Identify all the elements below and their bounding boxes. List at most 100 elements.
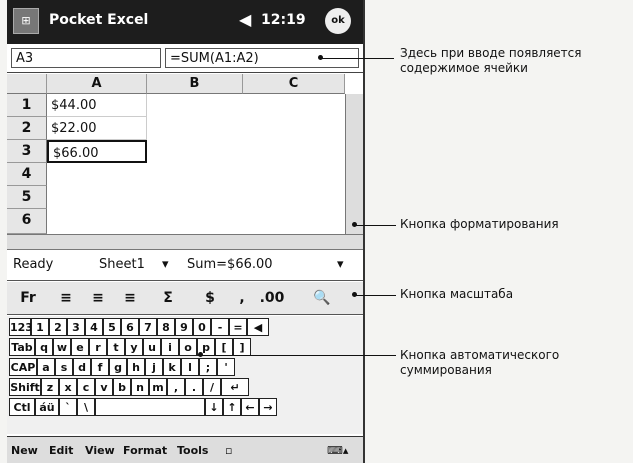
key-period[interactable]: . — [185, 378, 203, 396]
sheet-selector[interactable]: Sheet1 — [99, 257, 145, 272]
row-header-5[interactable]: 5 — [7, 186, 47, 209]
key-equals[interactable]: = — [229, 318, 247, 336]
key-right-bracket[interactable]: ] — [233, 338, 251, 356]
key-123[interactable]: 123 — [9, 318, 33, 336]
key-8[interactable]: 8 — [157, 318, 175, 336]
arrow-up-icon[interactable]: ↑ — [223, 398, 241, 416]
annotation-cell-content: Здесь при вводе появляется содержимое яч… — [400, 46, 582, 75]
row-header-3[interactable]: 3 — [7, 140, 47, 163]
key-semicolon[interactable]: ; — [199, 358, 217, 376]
key-ctrl[interactable]: Ctl — [9, 398, 35, 416]
key-x[interactable]: x — [59, 378, 77, 396]
key-slash[interactable]: / — [203, 378, 221, 396]
align-left-icon[interactable]: ≡ — [51, 286, 81, 310]
align-right-icon[interactable]: ≡ — [115, 286, 145, 310]
key-g[interactable]: g — [109, 358, 127, 376]
decimal-button[interactable]: .00 — [257, 286, 287, 310]
toggle-cell-icon[interactable]: ▫ — [225, 444, 232, 457]
key-k[interactable]: k — [163, 358, 181, 376]
key-l[interactable]: l — [181, 358, 199, 376]
key-q[interactable]: q — [35, 338, 53, 356]
key-0[interactable]: 0 — [193, 318, 211, 336]
ok-button[interactable]: ok — [325, 8, 351, 34]
key-j[interactable]: j — [145, 358, 163, 376]
format-button[interactable]: Fr — [13, 286, 43, 310]
autocalc-dropdown-icon[interactable]: ▾ — [337, 257, 344, 272]
corner-header[interactable] — [7, 74, 47, 94]
speaker-icon[interactable]: ◀ — [239, 10, 251, 29]
key-minus[interactable]: - — [211, 318, 229, 336]
key-e[interactable]: e — [71, 338, 89, 356]
menu-new[interactable]: New — [11, 444, 38, 457]
key-caps[interactable]: CAP — [9, 358, 37, 376]
zoom-icon[interactable]: 🔍 — [307, 286, 337, 310]
menu-tools[interactable]: Tools — [177, 444, 208, 457]
key-7[interactable]: 7 — [139, 318, 157, 336]
cell-a3-active[interactable]: $66.00 — [47, 140, 147, 163]
key-r[interactable]: r — [89, 338, 107, 356]
row-header-4[interactable]: 4 — [7, 163, 47, 186]
key-n[interactable]: n — [131, 378, 149, 396]
vertical-scrollbar[interactable] — [345, 94, 363, 234]
key-9[interactable]: 9 — [175, 318, 193, 336]
comma-button[interactable]: , — [227, 286, 257, 310]
key-s[interactable]: s — [55, 358, 73, 376]
autocalc-display[interactable]: Sum=$66.00 — [187, 257, 273, 272]
key-space[interactable] — [95, 398, 205, 416]
key-6[interactable]: 6 — [121, 318, 139, 336]
currency-icon[interactable]: $ — [195, 286, 225, 310]
column-header-c[interactable]: C — [243, 74, 345, 94]
backspace-icon[interactable]: ◀ — [247, 318, 269, 336]
key-a[interactable]: a — [37, 358, 55, 376]
key-d[interactable]: d — [73, 358, 91, 376]
windows-start-icon[interactable]: ⊞ — [13, 8, 39, 34]
horizontal-scrollbar[interactable] — [7, 234, 363, 250]
key-z[interactable]: z — [41, 378, 59, 396]
key-backtick[interactable]: ` — [59, 398, 77, 416]
key-m[interactable]: m — [149, 378, 167, 396]
key-v[interactable]: v — [95, 378, 113, 396]
cell-a1[interactable]: $44.00 — [47, 94, 147, 117]
key-c[interactable]: c — [77, 378, 95, 396]
key-y[interactable]: y — [125, 338, 143, 356]
key-w[interactable]: w — [53, 338, 71, 356]
arrow-down-icon[interactable]: ↓ — [205, 398, 223, 416]
row-header-2[interactable]: 2 — [7, 117, 47, 140]
clock[interactable]: 12:19 — [261, 12, 306, 28]
menu-edit[interactable]: Edit — [49, 444, 73, 457]
key-left-bracket[interactable]: [ — [215, 338, 233, 356]
align-center-icon[interactable]: ≡ — [83, 286, 113, 310]
autosum-button[interactable]: Σ — [153, 286, 183, 310]
key-i[interactable]: i — [161, 338, 179, 356]
menu-format[interactable]: Format — [123, 444, 167, 457]
menu-view[interactable]: View — [85, 444, 115, 457]
cell-a2[interactable]: $22.00 — [47, 117, 147, 140]
key-4[interactable]: 4 — [85, 318, 103, 336]
column-header-b[interactable]: B — [147, 74, 243, 94]
key-f[interactable]: f — [91, 358, 109, 376]
keyboard-icon[interactable]: ⌨▴ — [327, 444, 348, 457]
key-shift[interactable]: Shift — [9, 378, 41, 396]
key-5[interactable]: 5 — [103, 318, 121, 336]
key-t[interactable]: t — [107, 338, 125, 356]
key-2[interactable]: 2 — [49, 318, 67, 336]
row-header-6[interactable]: 6 — [7, 209, 47, 234]
arrow-right-icon[interactable]: → — [259, 398, 277, 416]
key-backslash[interactable]: \ — [77, 398, 95, 416]
key-comma[interactable]: , — [167, 378, 185, 396]
key-apostrophe[interactable]: ' — [217, 358, 235, 376]
row-header-1[interactable]: 1 — [7, 94, 47, 117]
key-1[interactable]: 1 — [31, 318, 49, 336]
arrow-left-icon[interactable]: ← — [241, 398, 259, 416]
key-o[interactable]: o — [179, 338, 197, 356]
cell-reference[interactable]: A3 — [11, 48, 161, 68]
enter-icon[interactable]: ↵ — [221, 378, 249, 396]
column-header-a[interactable]: A — [47, 74, 147, 94]
key-tab[interactable]: Tab — [9, 338, 35, 356]
key-accents[interactable]: áü — [35, 398, 59, 416]
sheet-dropdown-icon[interactable]: ▾ — [162, 257, 169, 272]
key-b[interactable]: b — [113, 378, 131, 396]
key-h[interactable]: h — [127, 358, 145, 376]
key-u[interactable]: u — [143, 338, 161, 356]
key-3[interactable]: 3 — [67, 318, 85, 336]
